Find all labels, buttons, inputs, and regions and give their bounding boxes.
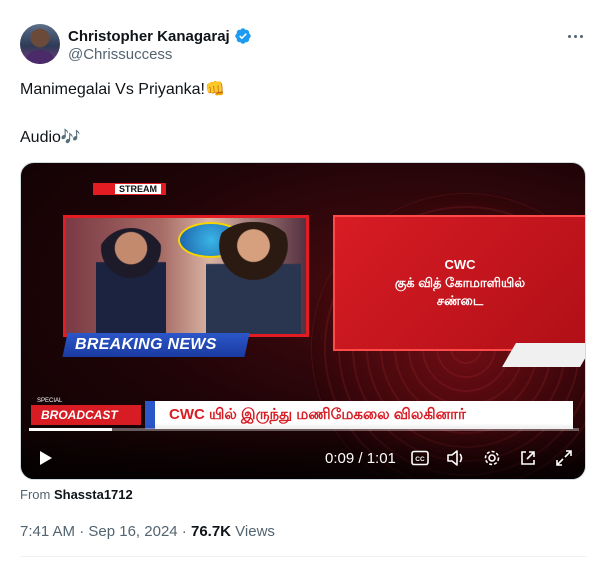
name-row: Christopher Kanagaraj [68, 27, 252, 45]
post-date[interactable]: Sep 16, 2024 [88, 523, 177, 540]
video-player[interactable]: STREAM BREAKING NEWS CWC குக் வித் கோமாள… [20, 162, 586, 480]
post-time[interactable]: 7:41 AM [20, 523, 75, 540]
user-handle[interactable]: @Chrissuccess [68, 46, 172, 63]
person-left-image [96, 228, 166, 334]
stream-tag: STREAM [93, 183, 166, 195]
broadcast-label: BROADCAST [31, 405, 141, 425]
pop-out-icon[interactable] [517, 446, 539, 470]
special-label: SPECIAL [37, 398, 63, 404]
panel-line2: குக் வித் கோமாளியில் [394, 275, 526, 290]
video-progress-fill [29, 428, 112, 431]
headline-panel: CWC குக் வித் கோமாளியில் சண்டை [333, 215, 585, 351]
views-count[interactable]: 76.7K [191, 523, 231, 540]
video-source: From Shassta1712 [20, 487, 133, 502]
source-account-link[interactable]: Shassta1712 [54, 487, 133, 502]
panel-line1: CWC [444, 257, 476, 272]
captions-icon[interactable]: CC [409, 446, 431, 470]
person-right-image [206, 222, 301, 334]
breaking-news-text: BREAKING NEWS [75, 336, 217, 353]
fist-emoji-icon: 👊 [204, 81, 225, 98]
breaking-news-banner: BREAKING NEWS [62, 333, 250, 357]
more-options-icon[interactable] [565, 26, 585, 46]
volume-icon[interactable] [445, 446, 467, 470]
verified-badge-icon [234, 28, 251, 44]
tweet-header: Christopher Kanagaraj @Chrissuccess [20, 24, 587, 64]
music-notes-emoji-icon: 🎶 [60, 129, 81, 146]
tweet-line1-text: Manimegalai Vs Priyanka! [20, 81, 205, 98]
source-prefix: From [20, 487, 51, 502]
tweet-meta: 7:41 AM · Sep 16, 2024 · 76.7K Views [20, 523, 275, 540]
decor-bar [502, 343, 585, 367]
fullscreen-icon[interactable] [553, 446, 575, 470]
divider [20, 556, 587, 557]
avatar[interactable] [20, 24, 60, 64]
stream-label: STREAM [115, 184, 161, 194]
panel-line3: சண்டை [436, 293, 484, 308]
tweet-text-line2: Audio🎶 [20, 128, 81, 148]
svg-text:CC: CC [415, 456, 425, 463]
video-time: 0:09 / 1:01 [325, 450, 396, 467]
tweet-line2-text: Audio [20, 129, 61, 146]
display-name[interactable]: Christopher Kanagaraj [68, 28, 230, 45]
views-label: Views [231, 523, 275, 540]
thumbnail-photo [63, 215, 309, 337]
tweet-text-line1: Manimegalai Vs Priyanka!👊 [20, 80, 225, 100]
settings-icon[interactable] [481, 446, 503, 470]
video-progress-bar[interactable] [29, 428, 579, 431]
play-icon[interactable] [33, 446, 57, 470]
